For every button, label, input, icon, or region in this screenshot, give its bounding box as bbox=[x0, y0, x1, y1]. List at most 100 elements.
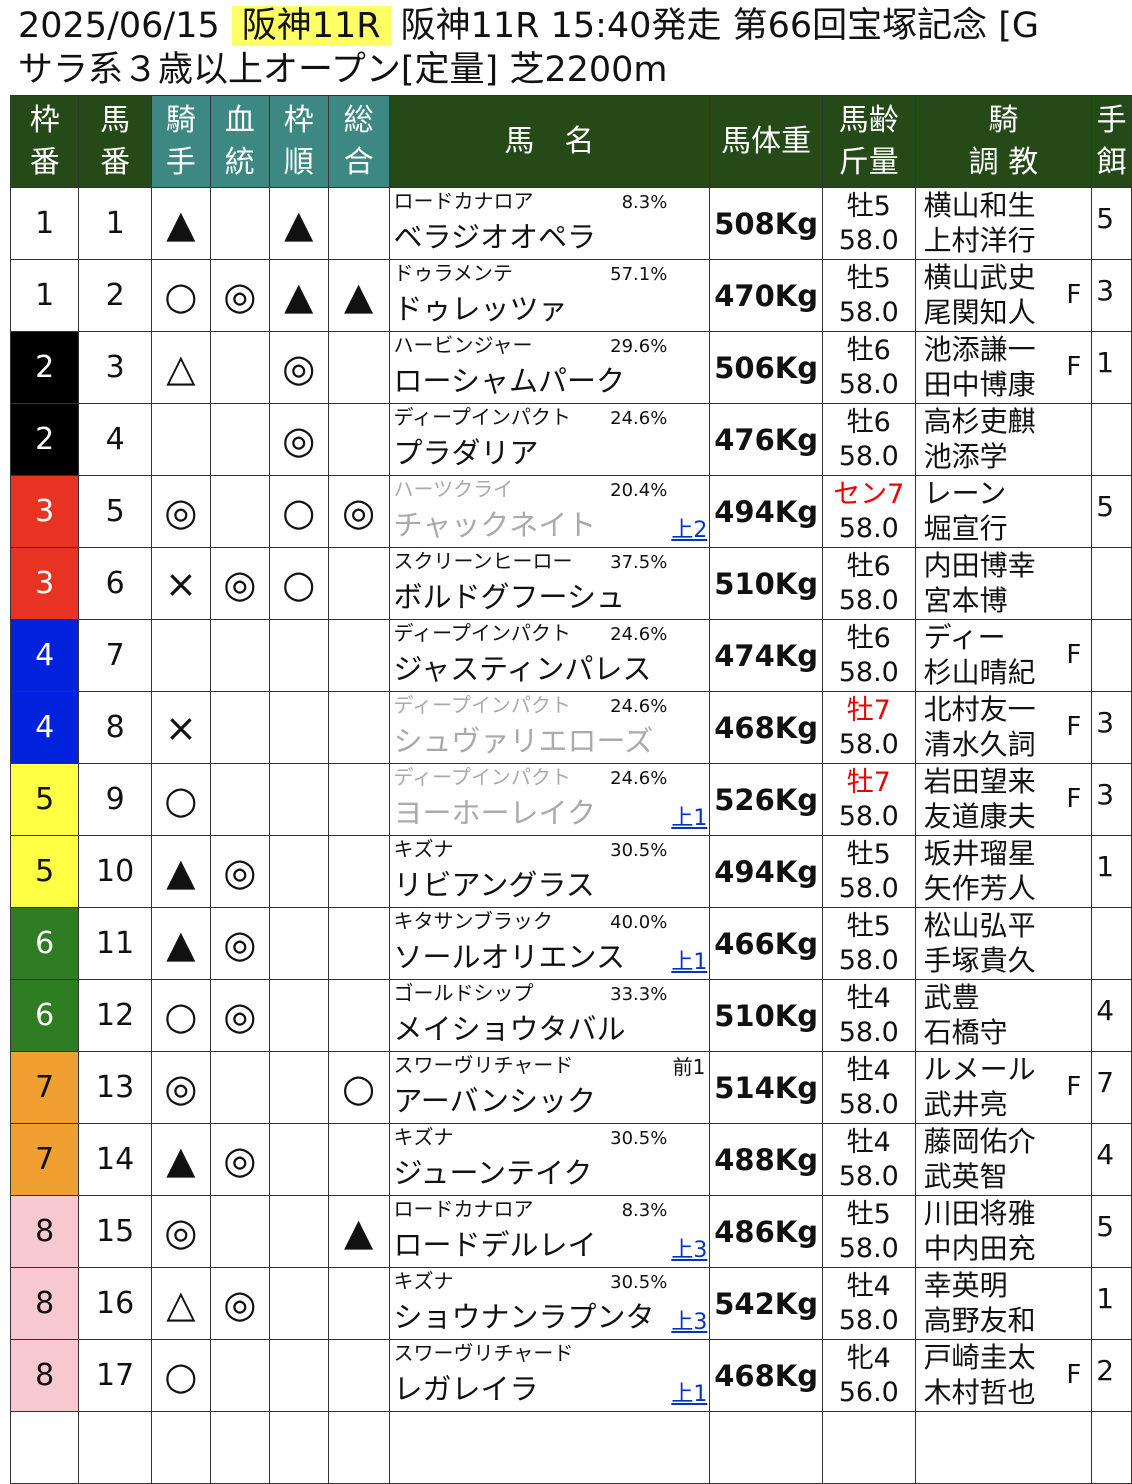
waku-mark-cell[interactable] bbox=[268, 691, 329, 764]
blood-mark-cell[interactable]: ◎ bbox=[209, 835, 270, 908]
jockey-mark-cell[interactable]: ▲ bbox=[150, 1123, 211, 1196]
total-mark-cell[interactable]: ◎ bbox=[327, 475, 390, 548]
total-mark-cell[interactable] bbox=[327, 979, 390, 1052]
jockey-mark-cell[interactable]: ○ bbox=[150, 259, 211, 332]
blood-mark-cell[interactable] bbox=[209, 331, 270, 404]
waku-mark-cell[interactable] bbox=[268, 1195, 329, 1268]
horse-name-cell[interactable]: ディープインパクト 24.6% ヨーホーレイク 上1 bbox=[388, 763, 711, 836]
waku-mark-cell[interactable] bbox=[268, 1051, 329, 1124]
table-row[interactable]: 5 9 ○ ディープインパクト 24.6% ヨーホーレイク 上1 526Kg 牡7 58.0 岩田望… bbox=[9, 763, 1132, 836]
horse-name-cell[interactable]: ゴールドシップ 33.3% メイショウタバル bbox=[388, 979, 711, 1052]
total-mark-cell[interactable] bbox=[327, 835, 390, 908]
waku-mark-cell[interactable]: ◎ bbox=[268, 403, 329, 476]
horse-name-cell[interactable]: スクリーンヒーロー 37.5% ボルドグフーシュ bbox=[388, 547, 711, 620]
horse-name-cell[interactable]: ディープインパクト 24.6% シュヴァリエローズ bbox=[388, 691, 711, 764]
blood-mark-cell[interactable]: ◎ bbox=[209, 259, 270, 332]
jockey-mark-cell[interactable]: ○ bbox=[150, 979, 211, 1052]
jockey-mark-cell[interactable]: ▲ bbox=[150, 187, 211, 260]
horse-name-cell[interactable]: ロードカナロア 8.3% ベラジオオペラ bbox=[388, 187, 711, 260]
table-row[interactable]: 3 6 × ◎ ○ スクリーンヒーロー 37.5% ボルドグフーシュ 510Kg 牡6 58.0 内田… bbox=[9, 547, 1132, 620]
horse-name-cell[interactable]: ハービンジャー 29.6% ローシャムパーク bbox=[388, 331, 711, 404]
table-row[interactable]: 4 8 × ディープインパクト 24.6% シュヴァリエローズ 468Kg 牡7 58.0 北村友… bbox=[9, 691, 1132, 764]
total-mark-cell[interactable] bbox=[327, 619, 390, 692]
jockey-mark-cell[interactable] bbox=[150, 619, 211, 692]
horse-name-cell[interactable]: ディープインパクト 24.6% ジャスティンパレス bbox=[388, 619, 711, 692]
total-mark-cell[interactable] bbox=[327, 1123, 390, 1196]
blood-mark-cell[interactable]: ◎ bbox=[209, 547, 270, 620]
col-jockey-mark[interactable]: 騎手 bbox=[150, 95, 211, 188]
jockey-mark-cell[interactable]: × bbox=[150, 547, 211, 620]
jockey-mark-cell[interactable]: ◎ bbox=[150, 475, 211, 548]
horse-name-cell[interactable]: キズナ 30.5% ジューンテイク bbox=[388, 1123, 711, 1196]
total-mark-cell[interactable] bbox=[327, 691, 390, 764]
table-row[interactable]: 7 14 ▲ ◎ キズナ 30.5% ジューンテイク 488Kg 牡4 58.0 藤岡佑介 武英智 4 bbox=[9, 1123, 1132, 1196]
table-row[interactable]: 5 10 ▲ ◎ キズナ 30.5% リビアングラス 494Kg 牡5 58.0 坂井瑠星 矢作芳人 1 bbox=[9, 835, 1132, 908]
col-blood-mark[interactable]: 血統 bbox=[209, 95, 270, 188]
blood-mark-cell[interactable] bbox=[209, 1195, 270, 1268]
waku-mark-cell[interactable] bbox=[268, 619, 329, 692]
total-mark-cell[interactable] bbox=[327, 187, 390, 260]
waku-mark-cell[interactable] bbox=[268, 1267, 329, 1340]
waku-mark-cell[interactable]: ◎ bbox=[268, 331, 329, 404]
horse-name-cell[interactable]: スワーヴリチャード アーバンシック 前1 bbox=[388, 1051, 711, 1124]
waku-mark-cell[interactable] bbox=[268, 1339, 329, 1412]
blood-mark-cell[interactable] bbox=[209, 1339, 270, 1412]
horse-name-cell[interactable]: ディープインパクト 24.6% プラダリア bbox=[388, 403, 711, 476]
waku-mark-cell[interactable] bbox=[268, 979, 329, 1052]
table-row[interactable]: 1 2 ○ ◎ ▲ ▲ ドゥラメンテ 57.1% ドゥレッツァ 470Kg 牡5 58.0 横山武史 尾関… bbox=[9, 259, 1132, 332]
jockey-mark-cell[interactable]: ▲ bbox=[150, 835, 211, 908]
blood-mark-cell[interactable] bbox=[209, 763, 270, 836]
waku-mark-cell[interactable] bbox=[268, 763, 329, 836]
horse-name-cell[interactable]: ロードカナロア 8.3% ロードデルレイ 上3 bbox=[388, 1195, 711, 1268]
jockey-mark-cell[interactable]: △ bbox=[150, 331, 211, 404]
blood-mark-cell[interactable] bbox=[209, 475, 270, 548]
total-mark-cell[interactable]: ▲ bbox=[327, 1195, 390, 1268]
jockey-mark-cell[interactable]: × bbox=[150, 691, 211, 764]
table-row[interactable]: 7 13 ◎ ○ スワーヴリチャード アーバンシック 前1 514Kg 牡4 58.0 ルメール 武井… bbox=[9, 1051, 1132, 1124]
total-mark-cell[interactable] bbox=[327, 1267, 390, 1340]
horse-name-cell[interactable]: キズナ 30.5% リビアングラス bbox=[388, 835, 711, 908]
table-row[interactable]: 1 1 ▲ ▲ ロードカナロア 8.3% ベラジオオペラ 508Kg 牡5 58.0 横山和生 上村洋… bbox=[9, 187, 1132, 260]
horse-name-cell[interactable]: ハーツクライ 20.4% チャックネイト 上2 bbox=[388, 475, 711, 548]
waku-mark-cell[interactable] bbox=[268, 1123, 329, 1196]
waku-mark-cell[interactable]: ▲ bbox=[268, 259, 329, 332]
total-mark-cell[interactable] bbox=[327, 547, 390, 620]
table-row[interactable]: 2 3 △ ◎ ハービンジャー 29.6% ローシャムパーク 506Kg 牡6 58.0 池添謙一田… bbox=[9, 331, 1132, 404]
horse-name-cell[interactable]: スワーヴリチャード レガレイラ 上1 bbox=[388, 1339, 711, 1412]
total-mark-cell[interactable] bbox=[327, 907, 390, 980]
total-mark-cell[interactable] bbox=[327, 403, 390, 476]
table-row[interactable]: 6 11 ▲ ◎ キタサンブラック 40.0% ソールオリエンス 上1 466Kg 牡5 58.0 松… bbox=[9, 907, 1132, 980]
waku-mark-cell[interactable] bbox=[268, 907, 329, 980]
total-mark-cell[interactable] bbox=[327, 763, 390, 836]
table-row[interactable]: 8 17 ○ スワーヴリチャード レガレイラ 上1 468Kg 牝4 56.0 戸崎圭太 木村哲也 F… bbox=[9, 1339, 1132, 1412]
horse-name-cell[interactable]: ドゥラメンテ 57.1% ドゥレッツァ bbox=[388, 259, 711, 332]
horse-name-cell[interactable]: キタサンブラック 40.0% ソールオリエンス 上1 bbox=[388, 907, 711, 980]
blood-mark-cell[interactable]: ◎ bbox=[209, 1267, 270, 1340]
col-waku-mark[interactable]: 枠順 bbox=[268, 95, 329, 188]
table-row[interactable]: 6 12 ○ ◎ ゴールドシップ 33.3% メイショウタバル 510Kg 牡4 58.0 武豊 石橋… bbox=[9, 979, 1132, 1052]
jockey-mark-cell[interactable]: △ bbox=[150, 1267, 211, 1340]
table-row[interactable]: 8 15 ◎ ▲ ロードカナロア 8.3% ロードデルレイ 上3 486Kg 牡5 58.0 川田将雅… bbox=[9, 1195, 1132, 1268]
jockey-mark-cell[interactable]: ◎ bbox=[150, 1195, 211, 1268]
jockey-mark-cell[interactable]: ◎ bbox=[150, 1051, 211, 1124]
total-mark-cell[interactable]: ▲ bbox=[327, 259, 390, 332]
blood-mark-cell[interactable] bbox=[209, 619, 270, 692]
table-row[interactable]: 8 16 △ ◎ キズナ 30.5% ショウナンラプンタ 上3 542Kg 牡4 58.0 幸英明 高野… bbox=[9, 1267, 1132, 1340]
total-mark-cell[interactable]: ○ bbox=[327, 1051, 390, 1124]
blood-mark-cell[interactable] bbox=[209, 691, 270, 764]
waku-mark-cell[interactable]: ▲ bbox=[268, 187, 329, 260]
blood-mark-cell[interactable] bbox=[209, 1051, 270, 1124]
blood-mark-cell[interactable]: ◎ bbox=[209, 979, 270, 1052]
jockey-mark-cell[interactable]: ○ bbox=[150, 1339, 211, 1412]
jockey-mark-cell[interactable] bbox=[150, 403, 211, 476]
blood-mark-cell[interactable] bbox=[209, 187, 270, 260]
col-total-mark[interactable]: 総合 bbox=[327, 95, 390, 188]
blood-mark-cell[interactable]: ◎ bbox=[209, 907, 270, 980]
waku-mark-cell[interactable]: ○ bbox=[268, 547, 329, 620]
horse-name-cell[interactable]: キズナ 30.5% ショウナンラプンタ 上3 bbox=[388, 1267, 711, 1340]
waku-mark-cell[interactable] bbox=[268, 835, 329, 908]
blood-mark-cell[interactable]: ◎ bbox=[209, 1123, 270, 1196]
table-row[interactable]: 4 7 ディープインパクト 24.6% ジャスティンパレス 474Kg 牡6 58.0 ディー杉… bbox=[9, 619, 1132, 692]
waku-mark-cell[interactable]: ○ bbox=[268, 475, 329, 548]
blood-mark-cell[interactable] bbox=[209, 403, 270, 476]
